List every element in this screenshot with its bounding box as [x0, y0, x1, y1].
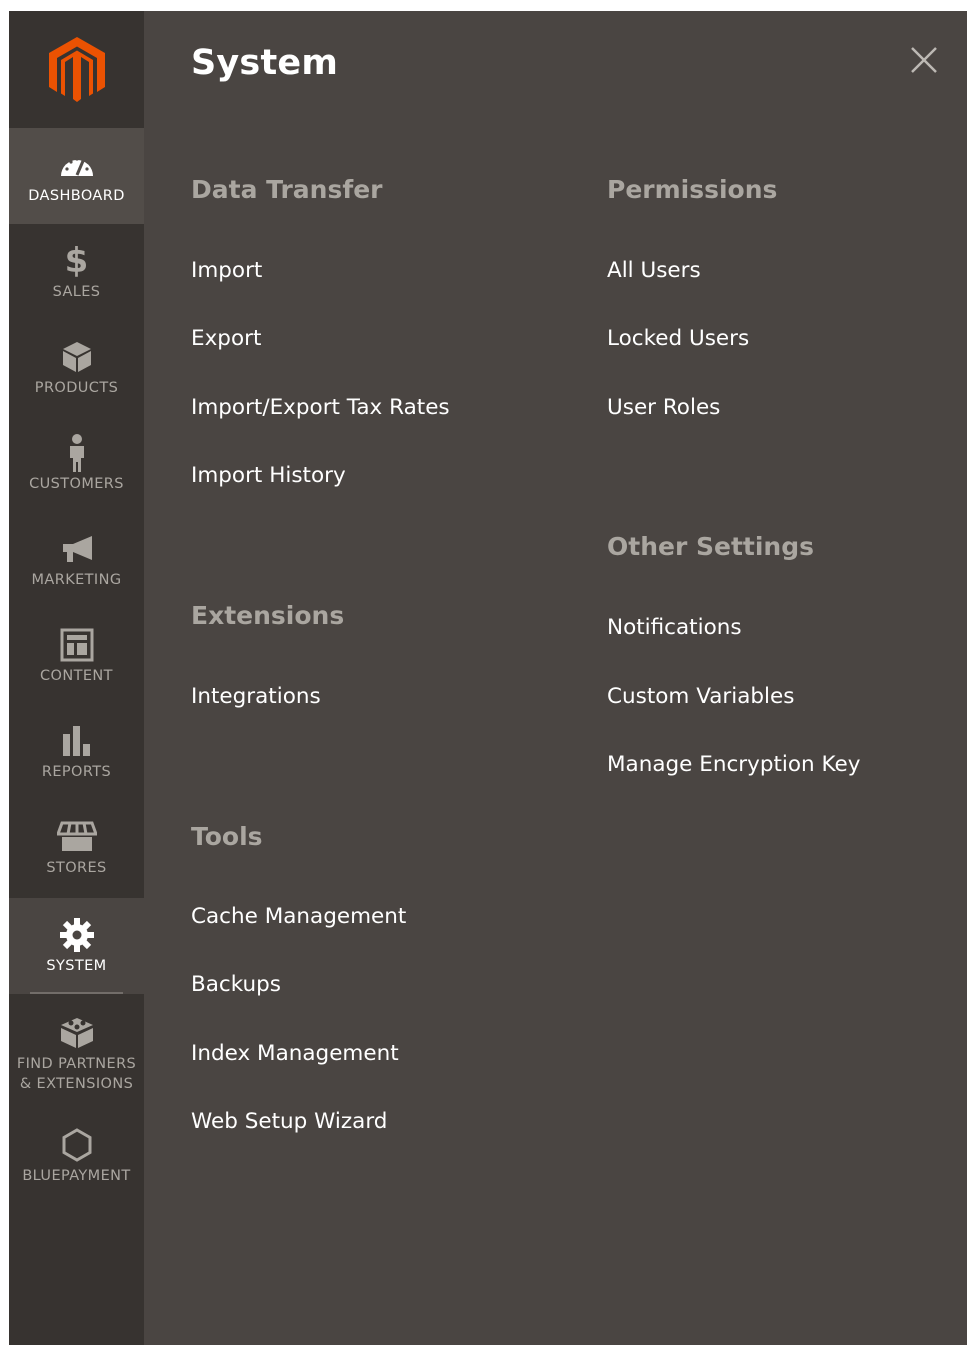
group-title-permissions: Permissions [607, 175, 778, 204]
nav-dashboard[interactable]: DASHBOARD [9, 128, 144, 224]
nav-find-partners-label-line2: & EXTENSIONS [19, 1076, 134, 1092]
system-menu-panel: System Data Transfer Import Export Impor… [144, 11, 967, 1345]
storefront-icon [56, 820, 97, 854]
nav-products[interactable]: PRODUCTS [9, 320, 144, 416]
link-web-setup-wizard[interactable]: Web Setup Wizard [191, 1109, 387, 1134]
close-button[interactable] [909, 45, 939, 75]
magento-logo-icon [48, 36, 105, 102]
megaphone-icon [59, 532, 95, 566]
link-all-users[interactable]: All Users [607, 258, 701, 283]
link-user-roles[interactable]: User Roles [607, 395, 720, 420]
nav-sales-label: SALES [52, 284, 101, 300]
nav-marketing[interactable]: MARKETING [9, 512, 144, 608]
box-icon [62, 340, 92, 374]
blocks-icon [59, 1016, 95, 1050]
panel-title: System [191, 43, 338, 83]
nav-marketing-label: MARKETING [31, 572, 122, 588]
nav-dashboard-label: DASHBOARD [28, 188, 125, 204]
nav-find-partners[interactable]: FIND PARTNERS & EXTENSIONS [9, 996, 144, 1101]
nav-find-partners-label: FIND PARTNERS & EXTENSIONS [17, 1054, 136, 1094]
link-integrations[interactable]: Integrations [191, 684, 321, 709]
group-title-tools: Tools [191, 822, 263, 851]
group-title-data-transfer: Data Transfer [191, 175, 383, 204]
nav-customers[interactable]: CUSTOMERS [9, 416, 144, 512]
link-custom-variables[interactable]: Custom Variables [607, 684, 794, 709]
nav-system-label: SYSTEM [46, 958, 107, 974]
nav-find-partners-label-line1: FIND PARTNERS [16, 1056, 137, 1072]
nav-content[interactable]: CONTENT [9, 608, 144, 704]
dollar-icon: $ [64, 241, 89, 281]
link-notifications[interactable]: Notifications [607, 615, 742, 640]
link-import-history[interactable]: Import History [191, 463, 346, 488]
dashboard-icon [59, 148, 95, 182]
sidebar: DASHBOARD $ SALES PRODUCTS CUSTOMERS MAR… [9, 11, 144, 1345]
link-index-management[interactable]: Index Management [191, 1041, 399, 1066]
nav-customers-label: CUSTOMERS [29, 476, 124, 492]
admin-frame: DASHBOARD $ SALES PRODUCTS CUSTOMERS MAR… [9, 11, 967, 1345]
group-title-extensions: Extensions [191, 601, 345, 630]
link-import-export-tax-rates[interactable]: Import/Export Tax Rates [191, 395, 450, 420]
nav-products-label: PRODUCTS [34, 380, 119, 396]
link-import[interactable]: Import [191, 258, 262, 283]
close-icon [911, 47, 937, 73]
link-export[interactable]: Export [191, 326, 261, 351]
nav-reports-label: REPORTS [41, 764, 112, 780]
layout-icon [60, 628, 94, 662]
nav-content-label: CONTENT [40, 668, 113, 684]
link-backups[interactable]: Backups [191, 972, 281, 997]
link-cache-management[interactable]: Cache Management [191, 904, 406, 929]
hexagon-icon [62, 1128, 92, 1162]
nav-reports[interactable]: REPORTS [9, 704, 144, 800]
group-title-other-settings: Other Settings [607, 532, 814, 561]
nav-bluepayment[interactable]: BLUEPAYMENT [9, 1108, 144, 1204]
nav-sales[interactable]: $ SALES [9, 224, 144, 320]
nav-stores-label: STORES [46, 860, 107, 876]
person-icon [67, 434, 87, 472]
nav-stores[interactable]: STORES [9, 800, 144, 896]
nav-system[interactable]: SYSTEM [9, 898, 144, 994]
gear-icon [59, 918, 95, 952]
bar-chart-icon [60, 724, 94, 758]
link-locked-users[interactable]: Locked Users [607, 326, 749, 351]
nav-bluepayment-label: BLUEPAYMENT [22, 1168, 131, 1184]
magento-logo[interactable] [9, 11, 144, 128]
link-manage-encryption-key[interactable]: Manage Encryption Key [607, 752, 860, 777]
